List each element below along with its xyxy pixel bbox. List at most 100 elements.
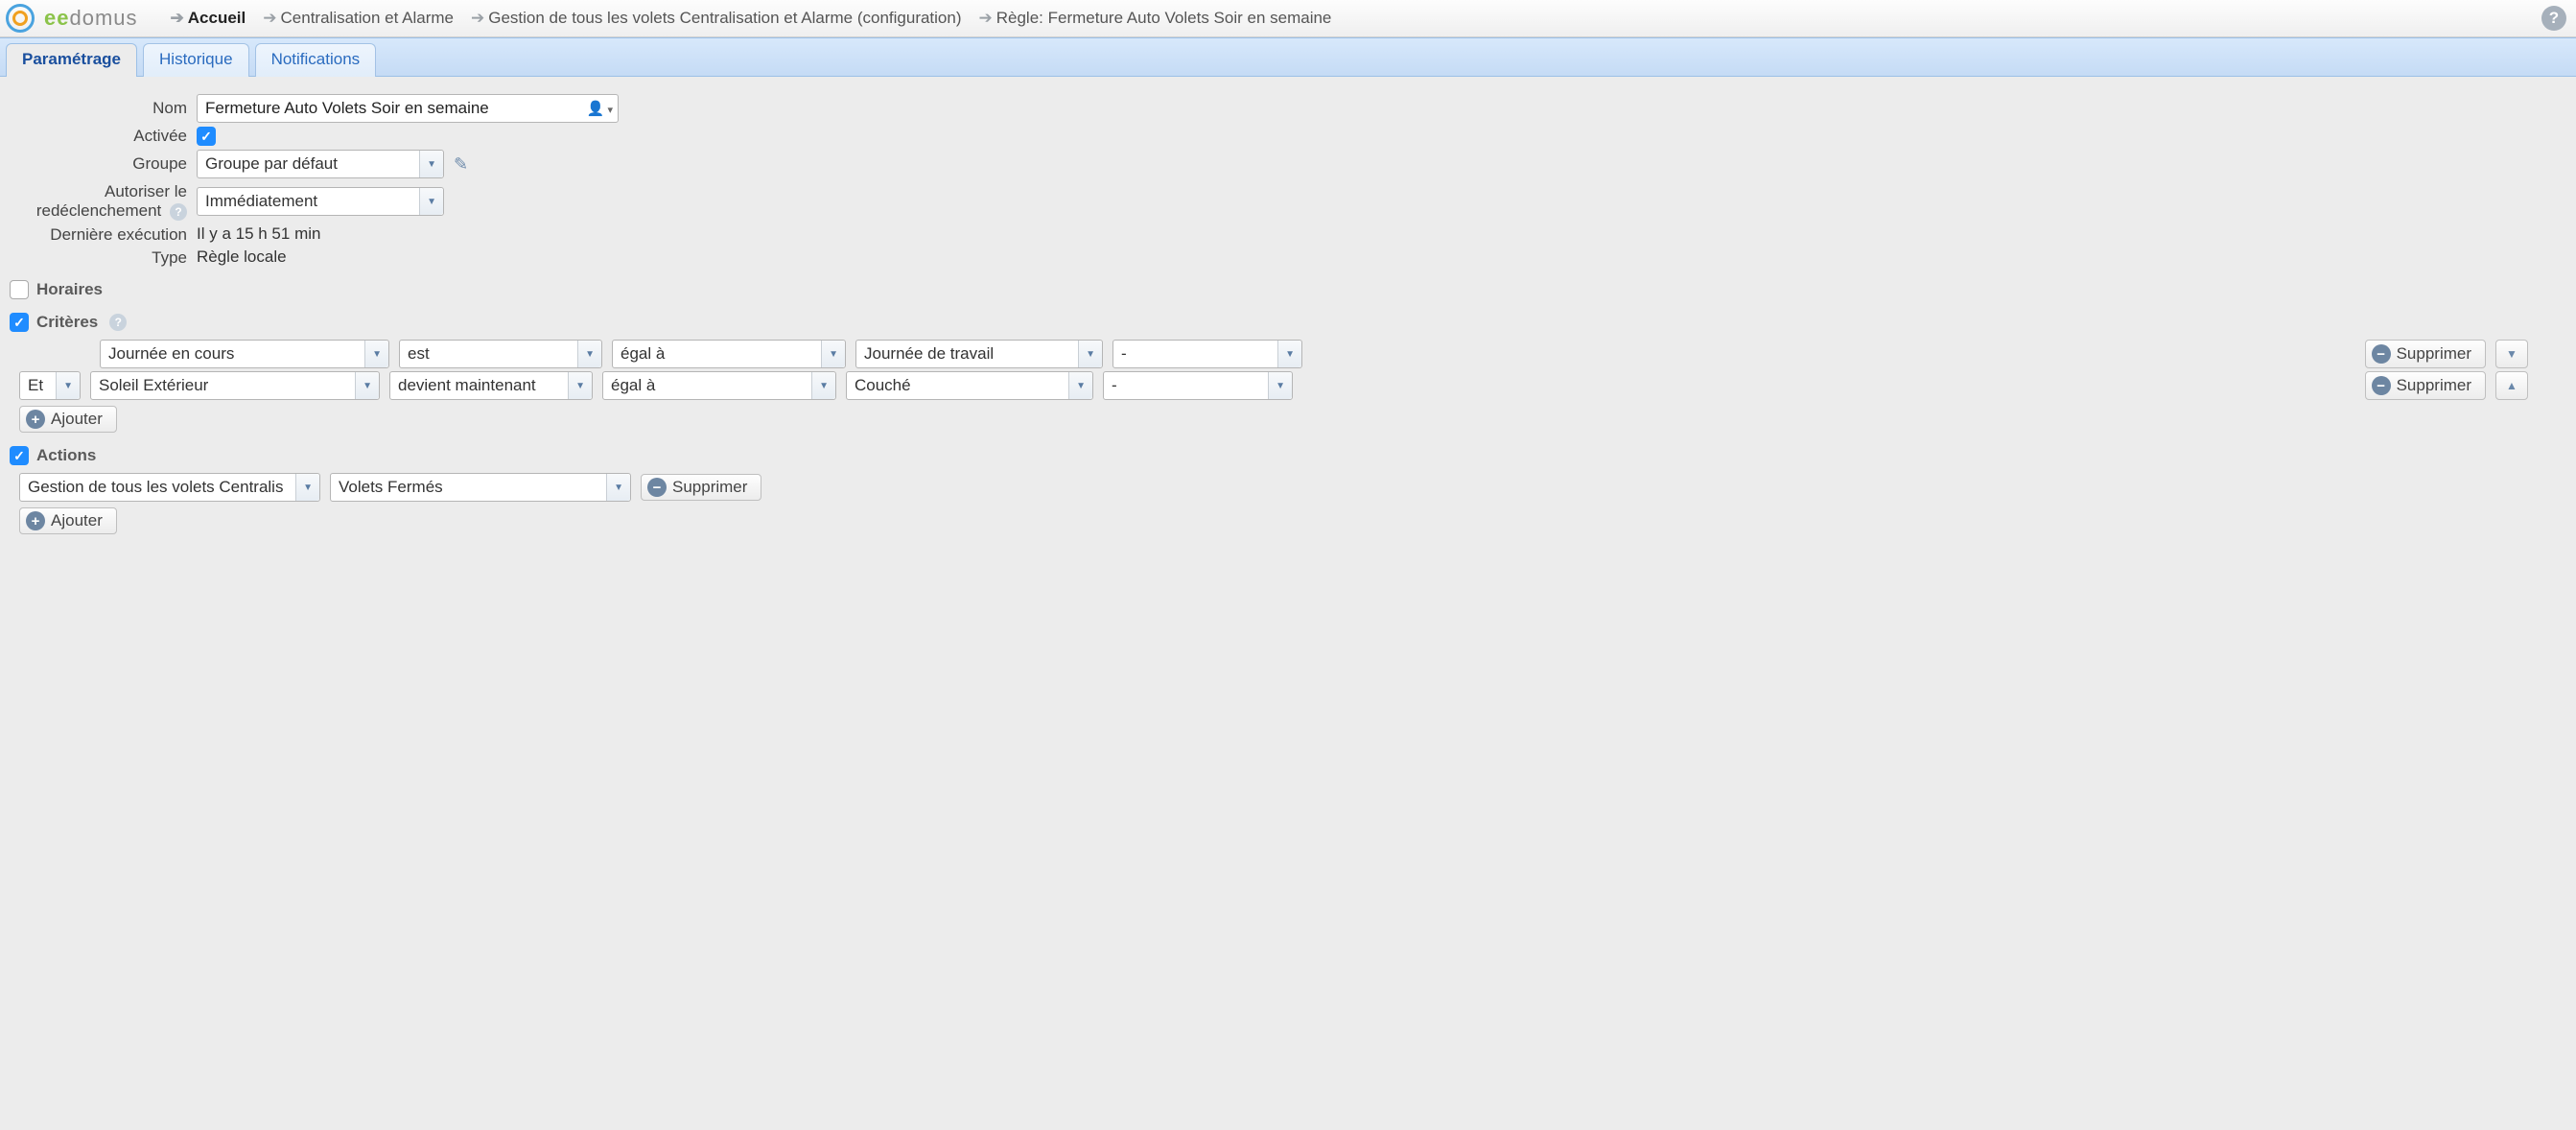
- row-redeclenchement: Autoriser le redéclenchement ? Immédiate…: [10, 182, 2566, 221]
- row-groupe: Groupe Groupe par défaut ▼ ✎: [10, 150, 2566, 178]
- chevron-down-icon: ▼: [1086, 350, 1095, 361]
- label-derniere-execution: Dernière exécution: [10, 225, 197, 245]
- action-delete-button[interactable]: − Supprimer: [641, 474, 761, 501]
- section-horaires: Horaires: [10, 280, 2566, 299]
- type-value: Règle locale: [197, 247, 287, 267]
- nom-input[interactable]: [197, 94, 619, 123]
- breadcrumb-label: Centralisation et Alarme: [281, 9, 454, 28]
- minus-icon: −: [2372, 344, 2391, 364]
- derniere-execution-value: Il y a 15 h 51 min: [197, 224, 320, 244]
- arrow-right-icon: ➔: [171, 9, 184, 28]
- horaires-title: Horaires: [36, 280, 103, 299]
- chevron-down-icon: ▼: [585, 350, 595, 361]
- chevron-down-icon: ▼: [1285, 350, 1295, 361]
- help-icon[interactable]: ?: [170, 203, 187, 221]
- crit-extra-select[interactable]: -▼: [1103, 371, 1293, 400]
- crit-comparator-select[interactable]: égal à▼: [602, 371, 836, 400]
- chevron-down-icon: ▼: [829, 350, 838, 361]
- brand-domus: domus: [69, 6, 137, 30]
- redeclenchement-select-value: Immédiatement: [205, 192, 317, 211]
- criteres-checkbox[interactable]: ✓: [10, 313, 29, 332]
- breadcrumb-label: Gestion de tous les volets Centralisatio…: [488, 9, 961, 28]
- breadcrumb-centralisation[interactable]: ➔ Centralisation et Alarme: [259, 7, 457, 30]
- action-add-button[interactable]: + Ajouter: [19, 507, 117, 534]
- chevron-down-icon: ▼: [372, 350, 382, 361]
- chevron-down-icon: ▼: [1076, 382, 1086, 392]
- chevron-down-icon: ▼: [363, 382, 372, 392]
- actions-list: Gestion de tous les volets Centralis▼ Vo…: [19, 473, 2566, 534]
- criteria-list: Journée en cours▼ est▼ égal à▼ Journée d…: [19, 340, 2566, 433]
- chevron-down-icon: ▼: [1276, 382, 1285, 392]
- crit-verb-select[interactable]: est▼: [399, 340, 602, 368]
- groupe-select[interactable]: Groupe par défaut ▼: [197, 150, 444, 178]
- row-activee: Activée ✓: [10, 127, 2566, 146]
- crit-comparator-select[interactable]: égal à▼: [612, 340, 846, 368]
- row-derniere-execution: Dernière exécution Il y a 15 h 51 min: [10, 224, 2566, 244]
- tab-strip: Paramétrage Historique Notifications: [0, 37, 2576, 77]
- user-dropdown-icon[interactable]: 👤: [587, 100, 613, 117]
- arrow-right-icon: ➔: [471, 9, 484, 28]
- criteres-title: Critères: [36, 313, 98, 332]
- crit-value-select[interactable]: Journée de travail▼: [855, 340, 1103, 368]
- plus-icon: +: [26, 511, 45, 530]
- plus-icon: +: [26, 410, 45, 429]
- crit-source-select[interactable]: Journée en cours▼: [100, 340, 389, 368]
- groupe-select-value: Groupe par défaut: [205, 154, 338, 174]
- criteria-row: Et▼ Soleil Extérieur▼ devient maintenant…: [19, 371, 2566, 400]
- breadcrumb-regle[interactable]: ➔ Règle: Fermeture Auto Volets Soir en s…: [975, 7, 1336, 30]
- top-bar: eedomus ➔ Accueil ➔ Centralisation et Al…: [0, 0, 2576, 37]
- label-nom: Nom: [10, 99, 197, 118]
- chevron-down-icon: ▼: [427, 197, 436, 207]
- label-groupe: Groupe: [10, 154, 197, 174]
- logo-icon: [6, 4, 35, 33]
- crit-move-up-button[interactable]: ▲: [2495, 371, 2528, 400]
- chevron-down-icon: ▼: [303, 483, 313, 494]
- row-type: Type Règle locale: [10, 247, 2566, 267]
- action-value-select[interactable]: Volets Fermés▼: [330, 473, 631, 502]
- tab-notifications[interactable]: Notifications: [255, 43, 377, 77]
- action-device-select[interactable]: Gestion de tous les volets Centralis▼: [19, 473, 320, 502]
- chevron-down-icon: ▼: [614, 483, 623, 494]
- help-icon[interactable]: ?: [109, 314, 127, 331]
- crit-value-select[interactable]: Couché▼: [846, 371, 1093, 400]
- breadcrumb-gestion-volets[interactable]: ➔ Gestion de tous les volets Centralisat…: [467, 7, 966, 30]
- tab-historique[interactable]: Historique: [143, 43, 249, 77]
- criteria-row: Journée en cours▼ est▼ égal à▼ Journée d…: [19, 340, 2566, 368]
- breadcrumb-label: Règle: Fermeture Auto Volets Soir en sem…: [996, 9, 1332, 28]
- tab-parametrage[interactable]: Paramétrage: [6, 43, 137, 77]
- actions-checkbox[interactable]: ✓: [10, 446, 29, 465]
- chevron-down-icon: ▼: [575, 382, 585, 392]
- label-type: Type: [10, 248, 197, 268]
- chevron-down-icon: ▼: [427, 159, 436, 170]
- row-nom: Nom 👤: [10, 94, 2566, 123]
- activee-checkbox[interactable]: ✓: [197, 127, 216, 146]
- crit-verb-select[interactable]: devient maintenant▼: [389, 371, 593, 400]
- chevron-down-icon: ▼: [819, 382, 829, 392]
- minus-icon: −: [2372, 376, 2391, 395]
- crit-extra-select[interactable]: -▼: [1112, 340, 1302, 368]
- breadcrumb-label: Accueil: [188, 9, 246, 28]
- crit-delete-button[interactable]: − Supprimer: [2365, 371, 2486, 400]
- help-icon[interactable]: ?: [2541, 6, 2566, 31]
- actions-title: Actions: [36, 446, 96, 465]
- section-criteres: ✓ Critères ?: [10, 313, 2566, 332]
- crit-bool-op-select[interactable]: Et▼: [19, 371, 81, 400]
- horaires-checkbox[interactable]: [10, 280, 29, 299]
- action-row: Gestion de tous les volets Centralis▼ Vo…: [19, 473, 2566, 502]
- arrow-right-icon: ➔: [979, 9, 993, 28]
- crit-add-button[interactable]: + Ajouter: [19, 406, 117, 433]
- brand: eedomus: [44, 6, 138, 31]
- brand-ee: ee: [44, 6, 69, 30]
- breadcrumb-accueil[interactable]: ➔ Accueil: [167, 7, 250, 30]
- edit-groupe-icon[interactable]: ✎: [454, 154, 468, 175]
- crit-move-down-button[interactable]: ▼: [2495, 340, 2528, 368]
- content-area: Nom 👤 Activée ✓ Groupe Groupe par défaut…: [0, 77, 2576, 563]
- arrow-right-icon: ➔: [263, 9, 276, 28]
- minus-icon: −: [647, 478, 667, 497]
- redeclenchement-select[interactable]: Immédiatement ▼: [197, 187, 444, 216]
- crit-source-select[interactable]: Soleil Extérieur▼: [90, 371, 380, 400]
- crit-delete-button[interactable]: − Supprimer: [2365, 340, 2486, 368]
- label-redeclenchement: Autoriser le redéclenchement ?: [10, 182, 197, 221]
- label-activee: Activée: [10, 127, 197, 146]
- section-actions: ✓ Actions: [10, 446, 2566, 465]
